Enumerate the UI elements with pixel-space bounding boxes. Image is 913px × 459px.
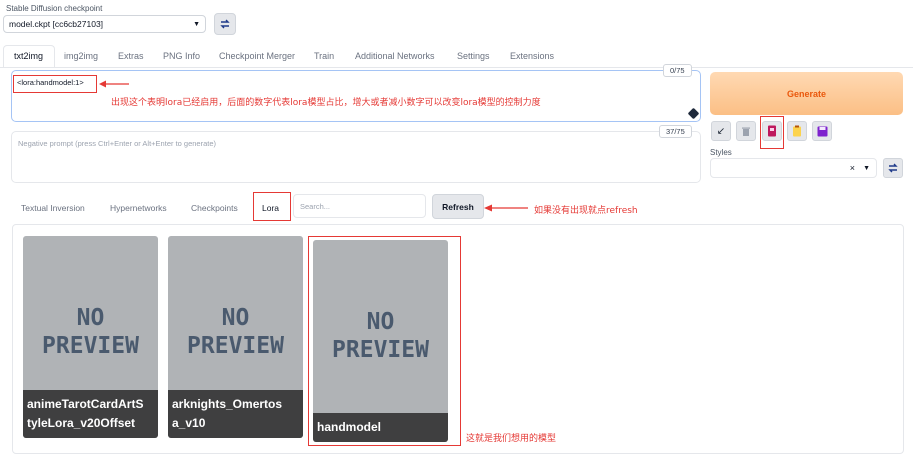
tab-lora[interactable]: Lora [262,203,279,213]
tab-img2img[interactable]: img2img [64,51,98,61]
trash-icon-button[interactable] [736,121,756,141]
tab-textual-inversion[interactable]: Textual Inversion [21,203,85,213]
tab-hypernetworks[interactable]: Hypernetworks [110,203,167,213]
checkpoint-value: model.ckpt [cc6cb27103] [9,19,104,29]
annotation-highlight-extra-networks [760,116,784,149]
generate-button[interactable]: Generate [710,72,903,115]
save-icon [817,126,827,136]
arrow-icon-button[interactable]: ↙ [711,121,731,141]
arrow-icon: ↙ [716,125,726,137]
tab-additional-networks[interactable]: Additional Networks [355,51,435,61]
negative-token-count: 37/75 [659,125,692,138]
lora-card-title-line: a_v10 [172,416,206,430]
save-icon-button[interactable] [812,121,832,141]
negative-prompt-placeholder: Negative prompt (press Ctrl+Enter or Alt… [18,139,217,148]
lora-card-title: animeTarotCardArtS tyleLora_v20Offset [23,390,158,438]
clipboard-icon [793,125,801,137]
checkpoint-refresh-button[interactable] [214,13,236,35]
annotation-refresh-note: 如果没有出现就点refresh [534,206,638,216]
lora-card[interactable]: NO PREVIEW arknights_Omertos a_v10 [168,236,303,438]
no-preview-text: NO [221,305,250,331]
lora-card-title-line: animeTarotCardArtS [27,397,144,411]
refresh-icon [888,163,898,173]
annotation-arrow-prompt [99,80,129,88]
tab-checkpoints[interactable]: Checkpoints [191,203,238,213]
checkpoint-label: Stable Diffusion checkpoint [6,4,103,13]
tab-train[interactable]: Train [314,51,334,61]
tab-extras[interactable]: Extras [118,51,144,61]
styles-apply-button[interactable] [883,158,903,178]
prompt-token-count: 0/75 [663,64,692,77]
lora-card-title-line: tyleLora_v20Offset [27,416,136,430]
annotation-card-note: 这就是我们想用的模型 [466,434,557,444]
styles-select[interactable]: × ▼ [710,158,877,178]
clipboard-icon-button[interactable] [787,121,807,141]
chevron-down-icon: ▼ [193,20,200,28]
annotation-highlight-handmodel [308,236,461,446]
annotation-prompt-note: 出现这个表明lora已经启用，后面的数字代表lora模型占比，增大或者减小数字可… [111,98,541,108]
tab-txt2img[interactable]: txt2img [14,51,43,61]
tab-png-info[interactable]: PNG Info [163,51,200,61]
styles-label: Styles [710,148,732,157]
tab-extensions[interactable]: Extensions [510,51,554,61]
no-preview-text: NO [76,305,105,331]
annotation-arrow-refresh [484,204,528,212]
clear-icon[interactable]: × [850,163,855,173]
refresh-icon [220,19,230,29]
no-preview-text: PREVIEW [187,333,284,359]
networks-search-input[interactable]: Search... [293,194,426,218]
lora-card-title: arknights_Omertos a_v10 [168,390,303,438]
prompt-value-highlight: <lora:handmodel:1> [13,75,97,93]
chevron-down-icon: ▼ [863,164,870,172]
networks-refresh-button[interactable]: Refresh [432,194,484,219]
no-preview-text: PREVIEW [42,333,139,359]
checkpoint-select[interactable]: model.ckpt [cc6cb27103] ▼ [3,15,206,33]
lora-card-title-line: arknights_Omertos [172,397,283,411]
tab-checkpoint-merger[interactable]: Checkpoint Merger [219,51,295,61]
trash-icon [742,127,750,136]
main-tabs: txt2img img2img Extras PNG Info Checkpoi… [0,46,913,68]
lora-card[interactable]: NO PREVIEW animeTarotCardArtS tyleLora_v… [23,236,158,438]
tab-settings[interactable]: Settings [457,51,490,61]
